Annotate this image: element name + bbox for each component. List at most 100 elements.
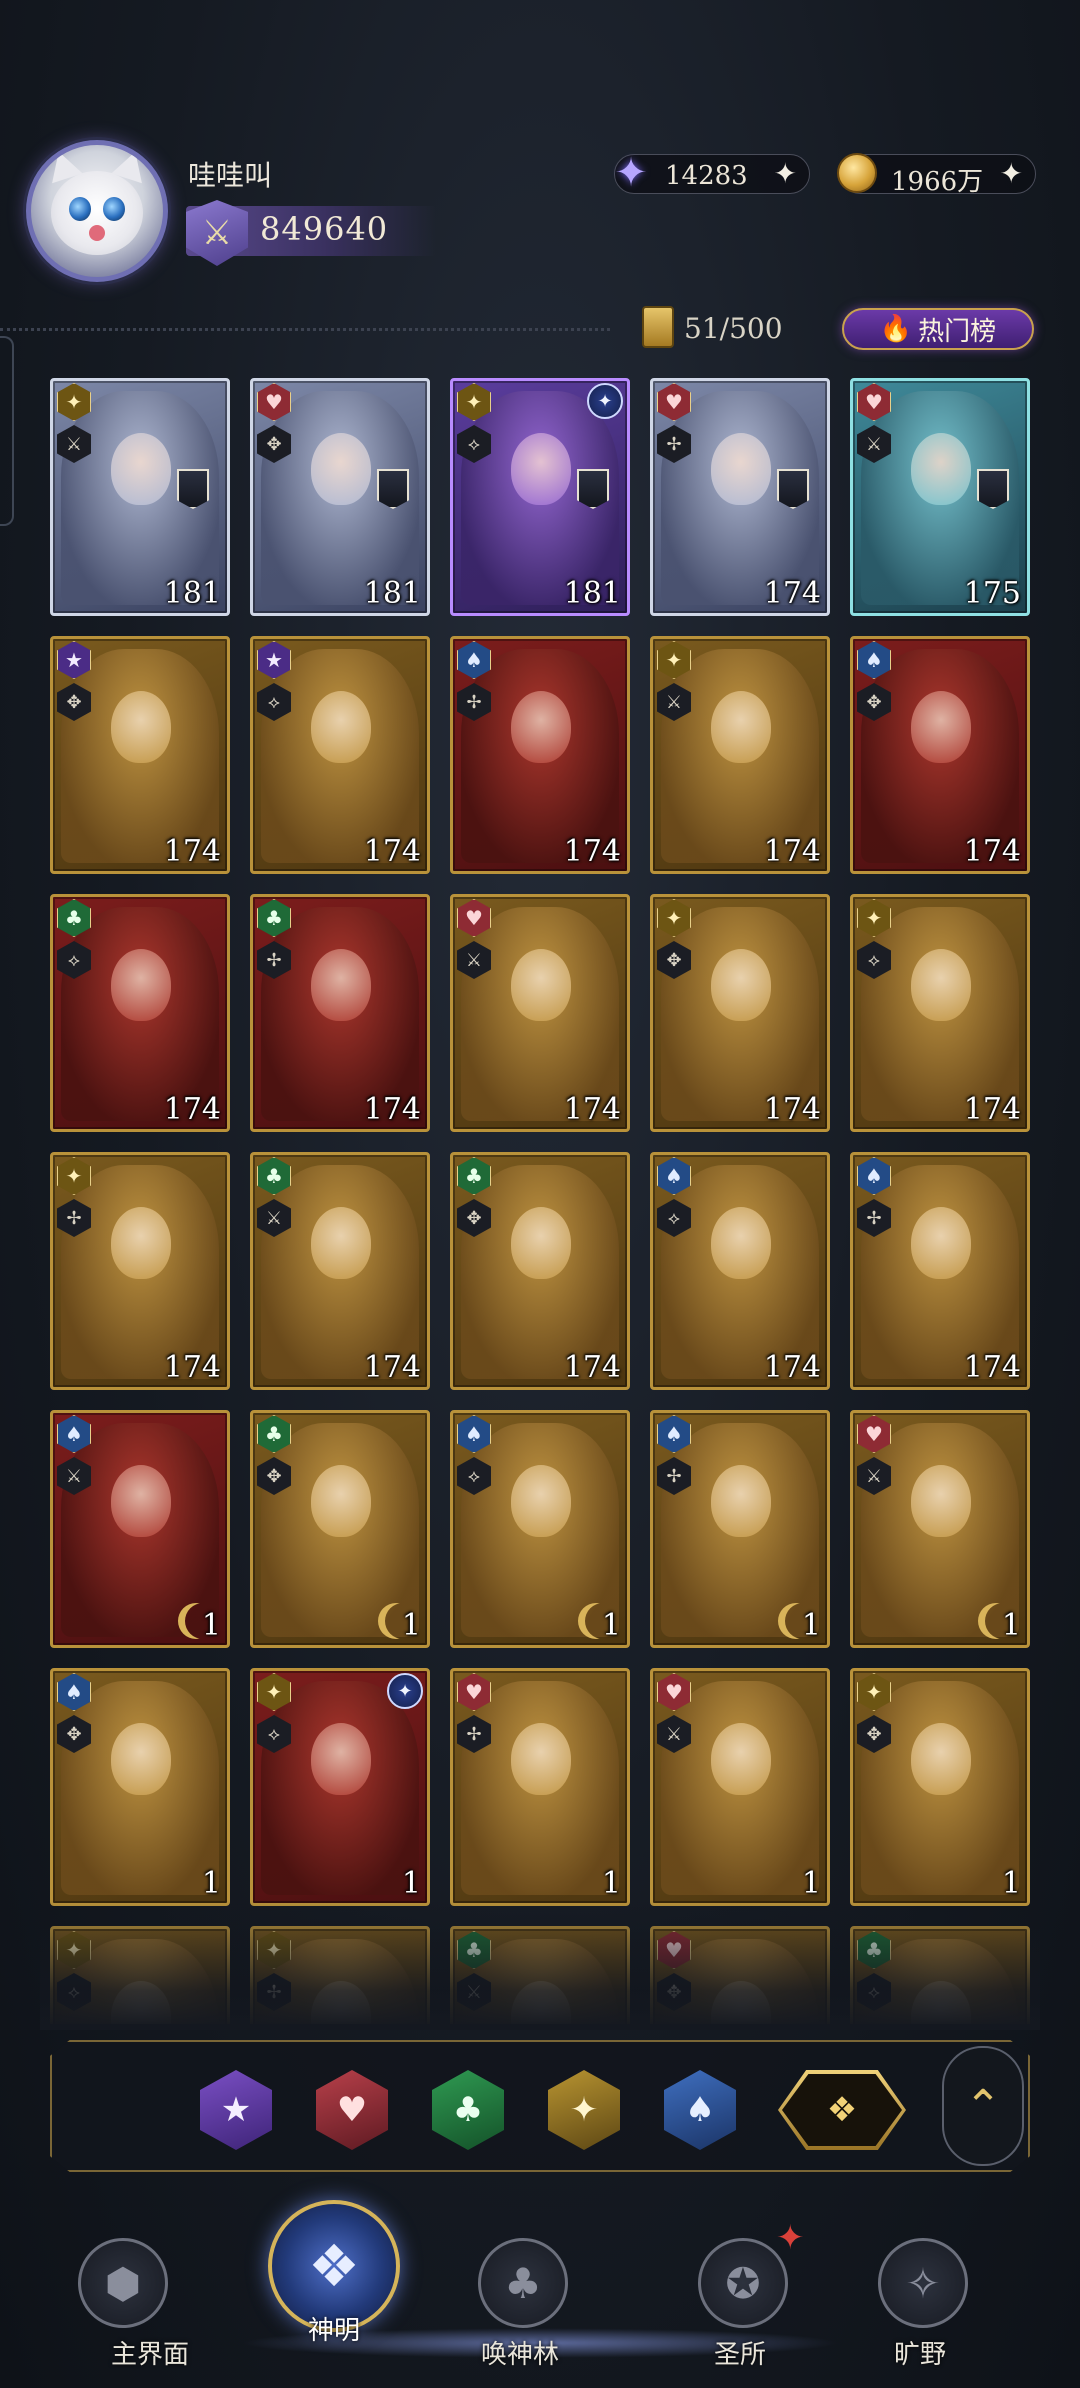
character-card[interactable]: ✦ ⟡ 174 (850, 894, 1030, 1132)
character-face (511, 1465, 571, 1537)
avatar-mouth (89, 225, 105, 241)
card-level: 174 (963, 1350, 1021, 1385)
character-card[interactable]: ♣ ⟡ (850, 1926, 1030, 2024)
character-card[interactable]: ✦ ✥ 174 (650, 894, 830, 1132)
card-level: 1 (201, 1608, 221, 1643)
character-face (111, 1465, 171, 1537)
character-card[interactable]: ♥ ⚔ 175 (850, 378, 1030, 616)
nav-main-label: 主界面 (110, 2340, 189, 2370)
gold-value: 1966万 (891, 167, 984, 197)
character-face (511, 433, 571, 505)
avatar-eye (103, 197, 125, 221)
crystal-star-icon: ✦ (614, 150, 648, 196)
character-card[interactable]: ♠ ✥ 174 (850, 636, 1030, 874)
divider (0, 328, 610, 331)
character-card[interactable]: ♥ ✥ (650, 1926, 830, 2024)
character-face (711, 949, 771, 1021)
card-level: 1 (201, 1866, 221, 1901)
character-card[interactable]: ♣ ⚔ 174 (250, 1152, 430, 1390)
nav-main-button[interactable]: ⬢ 主界面 (40, 2230, 200, 2380)
nav-wild-button[interactable]: ✧ 旷野 (840, 2230, 1000, 2380)
card-level: 174 (363, 1350, 421, 1385)
card-level: 174 (563, 834, 621, 869)
character-card[interactable]: ♠ ✢ 174 (450, 636, 630, 874)
card-level: 1 (801, 1608, 821, 1643)
character-face (711, 433, 771, 505)
plus-sparkle-icon[interactable]: ✦ (1000, 157, 1023, 190)
card-level: 181 (563, 576, 621, 611)
character-card[interactable]: ✦ ✢ (250, 1926, 430, 2024)
character-card[interactable]: ✦ ⟡ ✦ 1 (250, 1668, 430, 1906)
card-level: 1 (601, 1866, 621, 1901)
card-grid: ✦ ⚔ 181 ♥ ✥ 181 ✦ ⟡ ✦ 181 ♥ ✢ 174 ♥ ⚔ 175 ★ ✥ 174 ★ ⟡ 174 ♠ ✢ 17… (50, 378, 1032, 2024)
nav-forest-button[interactable]: ♣ 唤神林 (440, 2230, 600, 2380)
nav-god-button[interactable]: ❖ 神明 (254, 2200, 414, 2350)
character-card[interactable]: ♠ ⚔ 1 (50, 1410, 230, 1648)
nav-shrine-label: 圣所 (713, 2340, 766, 2370)
card-level: 174 (163, 834, 221, 869)
character-card[interactable]: ♠ ✥ 1 (50, 1668, 230, 1906)
character-face (311, 1207, 371, 1279)
character-card[interactable]: ✦ ✥ 1 (850, 1668, 1030, 1906)
character-card[interactable]: ♥ ✥ 181 (250, 378, 430, 616)
character-face (111, 949, 171, 1021)
crystal-currency[interactable]: ✦ 14283 ✦ (614, 150, 810, 196)
character-card[interactable]: ✦ ✢ 174 (50, 1152, 230, 1390)
gold-currency[interactable]: 1966万 ✦ (837, 153, 1036, 197)
hot-ranking-label: 热门榜 (918, 316, 997, 347)
character-card[interactable]: ♥ ⚔ 174 (450, 894, 630, 1132)
nav-wild-label: 旷野 (893, 2340, 946, 2370)
character-face (711, 691, 771, 763)
card-level: 181 (163, 576, 221, 611)
hot-ranking-button[interactable]: 🔥 热门榜 (842, 308, 1034, 350)
character-card[interactable]: ♣ ✥ 1 (250, 1410, 430, 1648)
avatar-cat-face (51, 171, 143, 255)
side-drawer-handle[interactable] (0, 336, 14, 526)
character-face (511, 1207, 571, 1279)
character-card[interactable]: ♣ ✥ 174 (450, 1152, 630, 1390)
character-face (111, 1207, 171, 1279)
character-card[interactable]: ✦ ⚔ 181 (50, 378, 230, 616)
character-card[interactable]: ♠ ✢ 1 (650, 1410, 830, 1648)
card-level: 174 (363, 1092, 421, 1127)
card-level: 1 (401, 1866, 421, 1901)
collapse-filter-button[interactable]: ⌃ (942, 2046, 1024, 2166)
character-card[interactable]: ♥ ⚔ 1 (850, 1410, 1030, 1648)
character-face (911, 691, 971, 763)
character-card[interactable]: ✦ ⚔ 174 (650, 636, 830, 874)
character-card[interactable]: ♠ ✢ 174 (850, 1152, 1030, 1390)
card-stack-icon (642, 306, 674, 348)
character-card[interactable]: ♣ ⚔ (450, 1926, 630, 2024)
card-level: 174 (763, 834, 821, 869)
avatar[interactable] (26, 140, 168, 282)
character-face (111, 433, 171, 505)
card-level: 1 (1001, 1608, 1021, 1643)
collection-count-text: 51/500 (684, 312, 783, 345)
character-card[interactable]: ♠ ⟡ 174 (650, 1152, 830, 1390)
card-level: 174 (563, 1350, 621, 1385)
character-face (711, 1723, 771, 1795)
card-level: 174 (963, 1092, 1021, 1127)
card-level: 1 (1001, 1866, 1021, 1901)
username: 哇哇叫 (188, 159, 273, 192)
character-card[interactable]: ♥ ⚔ 1 (650, 1668, 830, 1906)
character-card[interactable]: ♥ ✢ 174 (650, 378, 830, 616)
gold-coin-icon (837, 153, 877, 193)
character-card[interactable]: ♠ ⟡ 1 (450, 1410, 630, 1648)
character-card[interactable]: ★ ✥ 174 (50, 636, 230, 874)
character-card[interactable]: ✦ ⟡ (50, 1926, 230, 2024)
nav-forest-label: 唤神林 (480, 2340, 559, 2370)
card-level: 181 (363, 576, 421, 611)
character-face (111, 691, 171, 763)
character-card[interactable]: ♣ ⟡ 174 (50, 894, 230, 1132)
character-card[interactable]: ♥ ✢ 1 (450, 1668, 630, 1906)
character-card[interactable]: ★ ⟡ 174 (250, 636, 430, 874)
character-face (711, 1207, 771, 1279)
character-card[interactable]: ✦ ⟡ ✦ 181 (450, 378, 630, 616)
plus-sparkle-icon[interactable]: ✦ (774, 157, 797, 190)
character-face (511, 691, 571, 763)
notification-star-icon: ✦ (776, 2218, 805, 2258)
character-card[interactable]: ♣ ✢ 174 (250, 894, 430, 1132)
power-value: 849640 (260, 210, 389, 248)
card-level: 174 (163, 1092, 221, 1127)
